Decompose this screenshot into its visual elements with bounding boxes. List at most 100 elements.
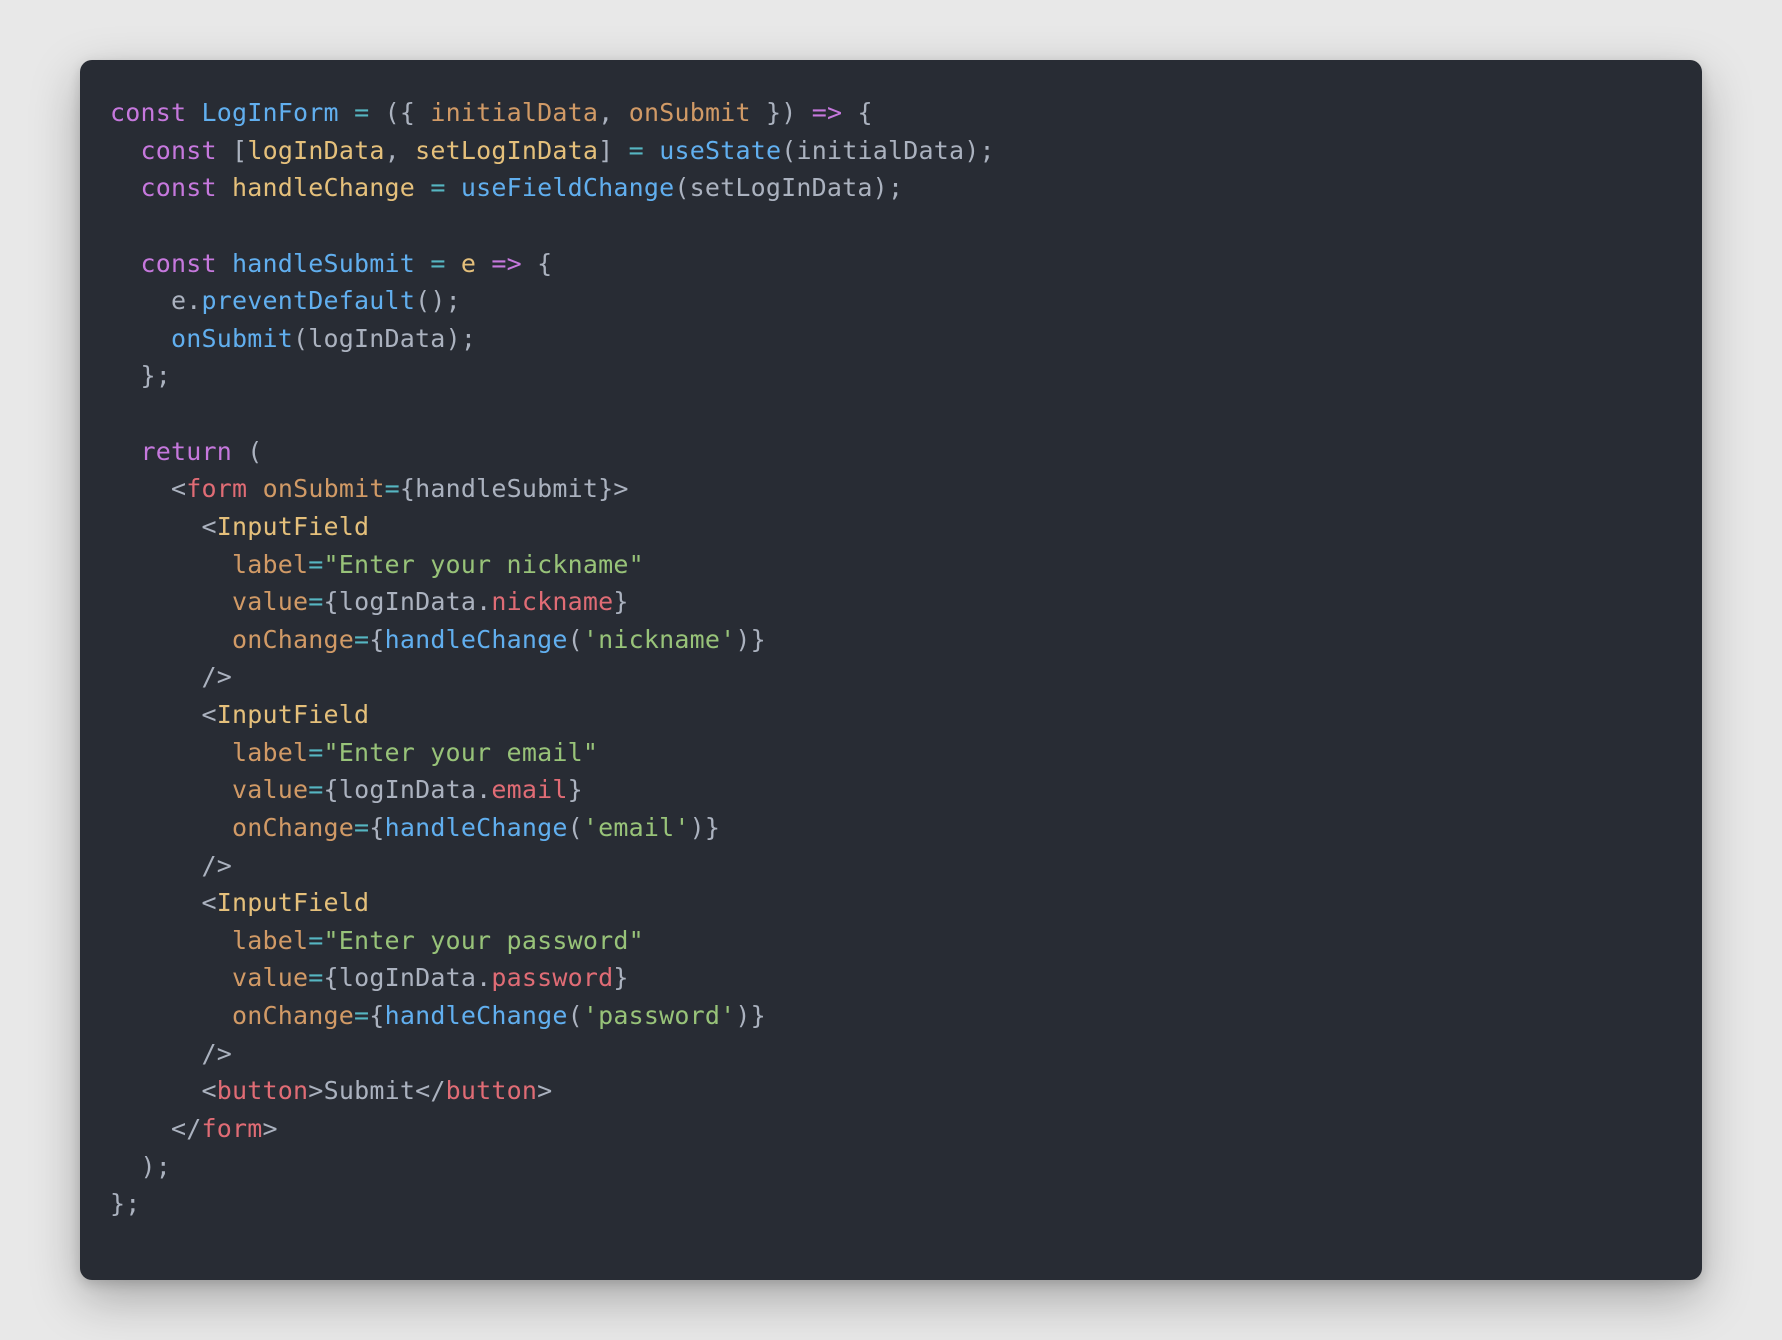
- brace-open: {: [324, 963, 339, 992]
- attr-onChange: onChange: [232, 813, 354, 842]
- param-onSubmit: onSubmit: [629, 98, 751, 127]
- code-snippet-card: const LogInForm = ( { initialData, onSubm…: [80, 60, 1702, 1280]
- component-LogInForm: LogInForm: [202, 98, 339, 127]
- angle-open: <: [202, 700, 217, 729]
- brace-open: {: [369, 813, 384, 842]
- brace-open: {: [537, 249, 552, 278]
- prop-password: password: [491, 963, 613, 992]
- paren-open: (: [385, 98, 400, 127]
- bracket-open: [: [232, 136, 247, 165]
- keyword-const: const: [141, 249, 217, 278]
- operator-eq: =: [430, 173, 445, 202]
- fn-onSubmit: onSubmit: [171, 324, 293, 353]
- brace-close: }: [751, 1001, 766, 1030]
- tag-InputField: InputField: [217, 700, 370, 729]
- paren-open: (: [568, 625, 583, 654]
- tag-form: form: [202, 1114, 263, 1143]
- operator-eq: =: [308, 926, 323, 955]
- dot: .: [476, 775, 491, 804]
- attr-onSubmit: onSubmit: [263, 474, 385, 503]
- expr-logInData: logInData: [339, 775, 476, 804]
- prop-email: email: [491, 775, 567, 804]
- text-submit: Submit: [324, 1076, 416, 1105]
- angle-close: >: [537, 1076, 552, 1105]
- tag-selfclose: />: [202, 662, 233, 691]
- var-logInData: logInData: [247, 136, 384, 165]
- angle-open-slash: </: [171, 1114, 202, 1143]
- brace-close: }: [141, 361, 156, 390]
- paren-open: (: [781, 136, 796, 165]
- str-email: 'email': [583, 813, 690, 842]
- str-nickname: 'nickname': [583, 625, 736, 654]
- attr-value: value: [232, 587, 308, 616]
- paren-close: ): [873, 173, 888, 202]
- semi: ;: [156, 361, 171, 390]
- brace-close: }: [766, 98, 781, 127]
- brace-close: }: [568, 775, 583, 804]
- angle-open: <: [202, 1076, 217, 1105]
- keyword-const: const: [141, 173, 217, 202]
- brace-close: }: [613, 963, 628, 992]
- semi: ;: [980, 136, 995, 165]
- tag-button: button: [217, 1076, 309, 1105]
- attr-onChange: onChange: [232, 1001, 354, 1030]
- angle-open: <: [202, 512, 217, 541]
- semi: ;: [446, 286, 461, 315]
- str-password-label: "Enter your password": [324, 926, 644, 955]
- fn-handleChange: handleChange: [385, 813, 568, 842]
- angle-close: >: [613, 474, 628, 503]
- angle-close: >: [308, 1076, 323, 1105]
- operator-eq: =: [629, 136, 644, 165]
- semi: ;: [461, 324, 476, 353]
- paren-close: ): [430, 286, 445, 315]
- paren-close: ): [141, 1152, 156, 1181]
- operator-eq: =: [354, 625, 369, 654]
- fn-preventDefault: preventDefault: [202, 286, 416, 315]
- brace-close: }: [751, 625, 766, 654]
- param-initialData: initialData: [430, 98, 598, 127]
- operator-eq: =: [354, 98, 369, 127]
- str-password: 'password': [583, 1001, 736, 1030]
- attr-value: value: [232, 963, 308, 992]
- operator-eq: =: [308, 587, 323, 616]
- angle-open-slash: </: [415, 1076, 446, 1105]
- brace-close: }: [705, 813, 720, 842]
- paren-close: ): [781, 98, 796, 127]
- brace-open: {: [324, 775, 339, 804]
- paren-close: ): [446, 324, 461, 353]
- dot: .: [476, 963, 491, 992]
- tag-form: form: [186, 474, 247, 503]
- paren-close: ): [964, 136, 979, 165]
- keyword-return: return: [141, 437, 233, 466]
- operator-eq: =: [308, 550, 323, 579]
- paren-open: (: [568, 1001, 583, 1030]
- arg-initialData: initialData: [796, 136, 964, 165]
- operator-eq: =: [354, 813, 369, 842]
- attr-value: value: [232, 775, 308, 804]
- operator-eq: =: [308, 775, 323, 804]
- paren-close: ): [690, 813, 705, 842]
- semi: ;: [888, 173, 903, 202]
- code-block[interactable]: const LogInForm = ( { initialData, onSubm…: [110, 94, 1672, 1223]
- operator-arrow: =>: [812, 98, 843, 127]
- prop-nickname: nickname: [491, 587, 613, 616]
- brace-open: {: [369, 1001, 384, 1030]
- comma: ,: [598, 98, 613, 127]
- attr-label: label: [232, 738, 308, 767]
- tag-selfclose: />: [202, 1039, 233, 1068]
- param-e: e: [461, 249, 476, 278]
- bracket-close: ]: [598, 136, 613, 165]
- fn-useState: useState: [659, 136, 781, 165]
- dot: .: [476, 587, 491, 616]
- arg-logInData: logInData: [308, 324, 445, 353]
- paren-open: (: [568, 813, 583, 842]
- tag-selfclose: />: [202, 851, 233, 880]
- expr-handleSubmit: handleSubmit: [415, 474, 598, 503]
- attr-onChange: onChange: [232, 625, 354, 654]
- tag-button: button: [446, 1076, 538, 1105]
- angle-open: <: [171, 474, 186, 503]
- paren-open: (: [415, 286, 430, 315]
- brace-close: }: [598, 474, 613, 503]
- brace-close: }: [110, 1189, 125, 1218]
- operator-eq: =: [308, 738, 323, 767]
